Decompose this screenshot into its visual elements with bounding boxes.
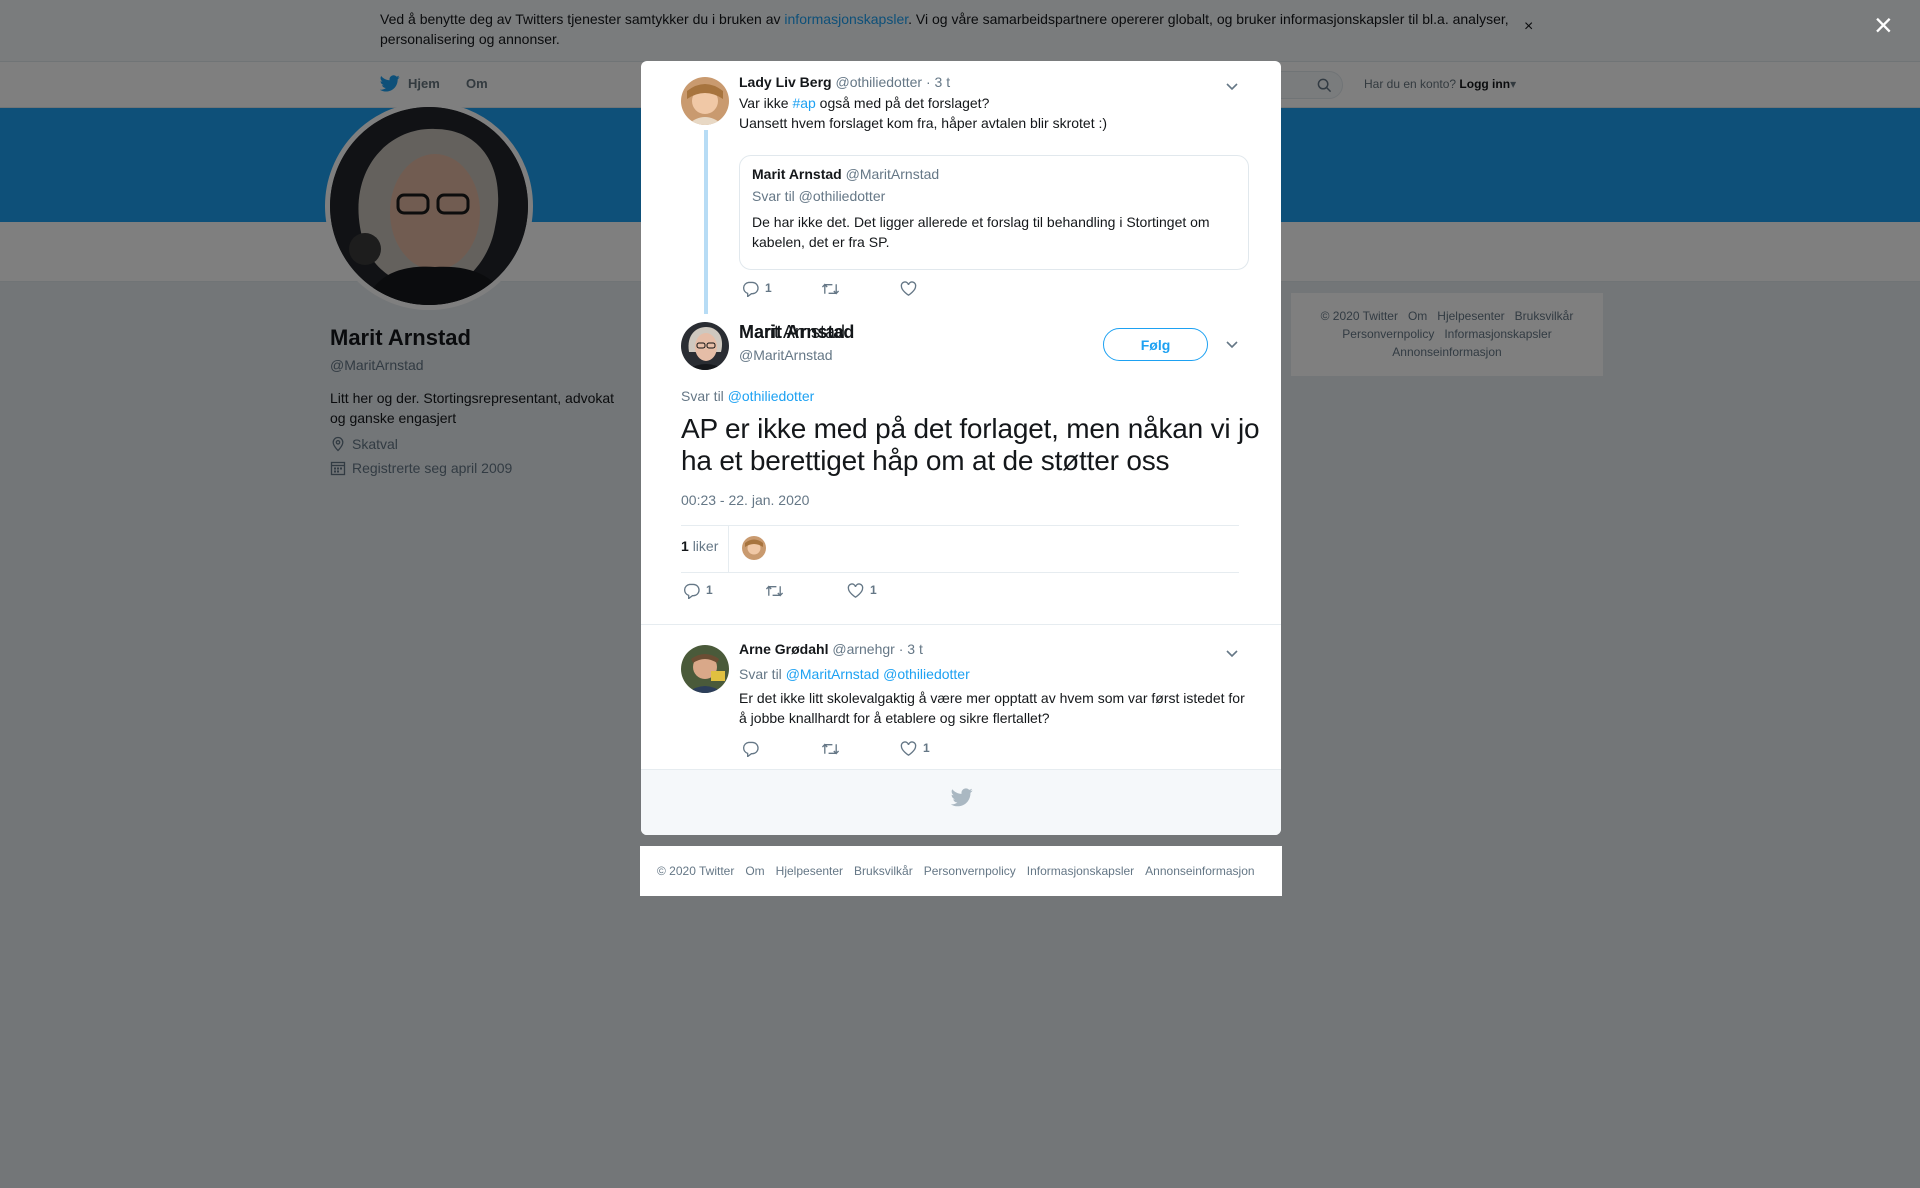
footer-link-about[interactable]: Om: [745, 864, 764, 878]
main-tweet-text: AP er ikke med på det forlaget, men nåka…: [681, 413, 1260, 476]
author-name[interactable]: Arne Grødahl: [739, 641, 828, 657]
quote-text: De har ikke det. Det ligger allerede et …: [752, 214, 1210, 250]
modal-footer: [641, 769, 1281, 835]
liker-avatar[interactable]: [742, 536, 766, 560]
tweet-actions: 1: [742, 741, 930, 757]
tweet-time[interactable]: · 3 t: [899, 641, 923, 657]
retweet-button[interactable]: [821, 281, 900, 297]
twitter-bird-icon: [951, 788, 973, 807]
reply-context: Svar til @MaritArnstad @othiliedotter: [739, 666, 970, 682]
author-handle: @MaritArnstad: [739, 347, 833, 363]
reply-button[interactable]: 1: [742, 281, 821, 297]
author-name[interactable]: Lady Liv Berg: [739, 74, 832, 90]
retweet-icon: [765, 585, 784, 597]
retweet-icon: [821, 283, 840, 295]
chevron-down-icon[interactable]: [1225, 79, 1239, 93]
chevron-down-icon[interactable]: [1225, 646, 1239, 660]
quote-author-name: Marit Arnstad: [752, 166, 842, 182]
avatar-lady-liv-berg[interactable]: [681, 77, 729, 125]
heart-icon: [900, 741, 917, 756]
follow-button[interactable]: Følg: [1103, 328, 1208, 361]
author-handle[interactable]: @arnehgr: [832, 641, 894, 657]
reply-to-link[interactable]: @othiliedotter: [728, 388, 815, 404]
reply-icon: [743, 741, 759, 757]
retweet-button[interactable]: [765, 583, 847, 599]
tweet-actions: 1: [742, 281, 923, 297]
heart-icon: [900, 281, 917, 296]
reply-button[interactable]: 1: [683, 583, 765, 599]
tweet-modal: Lady Liv Berg @othiliedotter · 3 t Var i…: [641, 61, 1281, 835]
like-button[interactable]: 1: [900, 741, 930, 757]
thread-line: [704, 130, 708, 314]
author-handle[interactable]: @othiliedotter: [835, 74, 922, 90]
reply-to-link[interactable]: @MaritArnstad @othiliedotter: [786, 666, 970, 682]
hashtag-link[interactable]: #ap: [792, 95, 815, 111]
tweet-header: Lady Liv Berg @othiliedotter · 3 t: [739, 74, 950, 90]
footer-link-help[interactable]: Hjelpesenter: [776, 864, 843, 878]
footer-link-ads[interactable]: Annonseinformasjon: [1145, 864, 1254, 878]
retweet-icon: [821, 743, 840, 755]
tweet-text: Var ikke #ap også med på det forslaget? …: [739, 95, 1108, 131]
reply-icon: [743, 281, 759, 297]
quote-author-handle: @MaritArnstad: [845, 166, 940, 182]
quoted-tweet[interactable]: Marit Arnstad @MaritArnstad Svar til @ot…: [739, 155, 1249, 270]
avatar-marit-arnstad[interactable]: [681, 322, 729, 370]
like-button[interactable]: 1: [847, 583, 877, 599]
chevron-down-icon[interactable]: [1225, 337, 1239, 351]
tweet-stats: 1 liker: [681, 525, 1239, 573]
reply-icon: [684, 583, 700, 599]
footer-link-privacy[interactable]: Personvernpolicy: [924, 864, 1016, 878]
likes-count[interactable]: 1 liker: [681, 538, 718, 554]
retweet-button[interactable]: [821, 741, 900, 757]
author-name-bold[interactable]: Marit Arnstad: [739, 322, 854, 343]
avatar-photo: [681, 77, 729, 125]
avatar-photo: [681, 645, 729, 693]
quote-reply-to: Svar til @othiliedotter: [752, 188, 886, 204]
stats-divider: [728, 526, 729, 572]
tweet-header: Arne Grødahl @arnehgr · 3 t: [739, 641, 923, 657]
modal-page-footer: © 2020 Twitter Om Hjelpesenter Bruksvilk…: [640, 846, 1282, 896]
quote-header: Marit Arnstad @MaritArnstad: [752, 166, 1236, 182]
tweet-time[interactable]: · 3 t: [926, 74, 950, 90]
heart-icon: [847, 583, 864, 598]
like-button[interactable]: [900, 281, 923, 297]
divider: [641, 624, 1281, 625]
tweet-text: Er det ikke litt skolevalgaktig å være m…: [739, 690, 1245, 726]
avatar-photo: [742, 536, 766, 560]
tweet-timestamp[interactable]: 00:23 - 22. jan. 2020: [681, 492, 809, 508]
footer-link-cookies[interactable]: Informasjonskapsler: [1027, 864, 1134, 878]
avatar-arne-grodahl[interactable]: [681, 645, 729, 693]
reply-context: Svar til @othiliedotter: [681, 388, 815, 404]
avatar-photo: [681, 322, 729, 370]
tweet-actions: 1 1: [683, 583, 877, 599]
footer-copyright: © 2020 Twitter: [657, 864, 735, 878]
reply-button[interactable]: [742, 741, 821, 757]
footer-link-terms[interactable]: Bruksvilkår: [854, 864, 913, 878]
close-icon[interactable]: ×: [1874, 8, 1893, 42]
